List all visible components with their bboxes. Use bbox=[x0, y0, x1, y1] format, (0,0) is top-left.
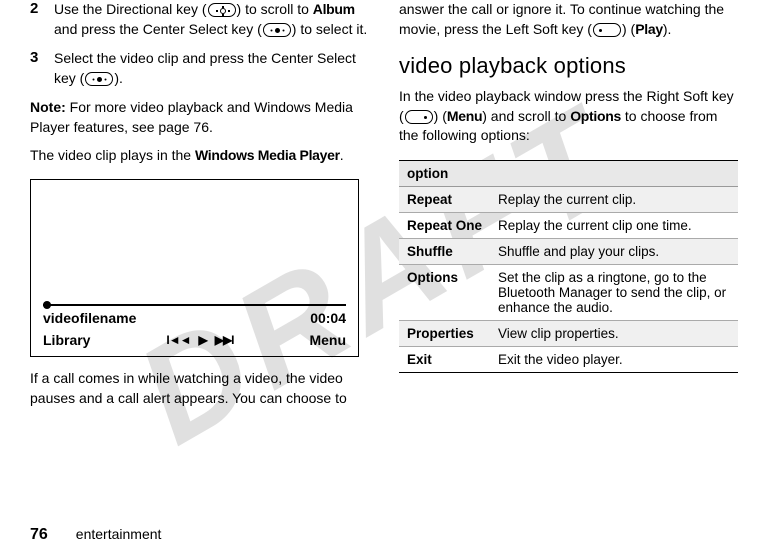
option-name: Repeat bbox=[399, 186, 490, 212]
continuation-paragraph: answer the call or ignore it. To continu… bbox=[399, 0, 738, 39]
footer-section: entertainment bbox=[76, 526, 162, 542]
player-controls-row: Library I◄◄ ▶ ▶▶I Menu bbox=[43, 332, 346, 348]
table-row: Repeat Replay the current clip. bbox=[399, 186, 738, 212]
play-icon: ▶ bbox=[198, 333, 206, 347]
page-footer: 76 entertainment bbox=[30, 526, 161, 544]
tail-paragraph: If a call comes in while watching a vide… bbox=[30, 369, 369, 408]
player-info-row: videofilename 00:04 bbox=[43, 310, 346, 326]
note-paragraph: Note: For more video playback and Window… bbox=[30, 98, 369, 137]
center-select-key-icon bbox=[85, 72, 113, 86]
page-number: 76 bbox=[30, 526, 48, 544]
player-time: 00:04 bbox=[310, 310, 346, 326]
player-softkey-right: Menu bbox=[309, 332, 346, 348]
table-row: Repeat One Replay the current clip one t… bbox=[399, 212, 738, 238]
play-label: Play bbox=[635, 21, 663, 37]
text-fragment: . bbox=[340, 147, 344, 163]
player-screen-area bbox=[43, 190, 346, 300]
text-fragment: ). bbox=[663, 21, 672, 37]
option-desc: Exit the video player. bbox=[490, 346, 738, 372]
text-fragment: ) and scroll to bbox=[482, 108, 570, 124]
option-name: Repeat One bbox=[399, 212, 490, 238]
step-number: 2 bbox=[30, 0, 42, 39]
text-fragment: Use the Directional key ( bbox=[54, 1, 207, 17]
text-fragment: ) ( bbox=[622, 21, 635, 37]
text-fragment: answer the call or ignore it. To continu… bbox=[399, 1, 724, 37]
option-name: Exit bbox=[399, 346, 490, 372]
table-row: Options Set the clip as a ringtone, go t… bbox=[399, 264, 738, 320]
text-fragment: The video clip plays in the bbox=[30, 147, 195, 163]
table-row: Properties View clip properties. bbox=[399, 320, 738, 346]
option-desc: Set the clip as a ringtone, go to the Bl… bbox=[490, 264, 738, 320]
menu-label: Menu bbox=[447, 108, 482, 124]
option-name: Shuffle bbox=[399, 238, 490, 264]
option-desc: Shuffle and play your clips. bbox=[490, 238, 738, 264]
note-label: Note: bbox=[30, 99, 66, 115]
table-header: option bbox=[399, 160, 738, 186]
text-fragment: and press the Center Select key ( bbox=[54, 21, 262, 37]
option-desc: View clip properties. bbox=[490, 320, 738, 346]
text-fragment: ) to scroll to bbox=[237, 1, 313, 17]
next-icon: ▶▶I bbox=[215, 333, 234, 347]
wmp-label: Windows Media Player bbox=[195, 147, 340, 163]
directional-key-icon bbox=[208, 3, 236, 17]
text-fragment: ). bbox=[114, 70, 123, 86]
video-player-mock: videofilename 00:04 Library I◄◄ ▶ ▶▶I Me… bbox=[30, 179, 359, 357]
player-progress-bar bbox=[43, 304, 346, 306]
table-row: Exit Exit the video player. bbox=[399, 346, 738, 372]
note-body: For more video playback and Windows Medi… bbox=[30, 99, 353, 135]
left-column: 2 Use the Directional key ( ) to scroll t… bbox=[30, 0, 369, 500]
options-table: option Repeat Replay the current clip. R… bbox=[399, 160, 738, 373]
text-fragment: ) to select it. bbox=[292, 21, 367, 37]
option-desc: Replay the current clip. bbox=[490, 186, 738, 212]
step-text: Select the video clip and press the Cent… bbox=[54, 49, 369, 88]
album-label: Album bbox=[313, 1, 355, 17]
step-3: 3 Select the video clip and press the Ce… bbox=[30, 49, 369, 88]
page-content: 2 Use the Directional key ( ) to scroll t… bbox=[0, 0, 758, 500]
left-soft-key-icon bbox=[593, 23, 621, 37]
text-fragment: ) ( bbox=[434, 108, 447, 124]
table-row: Shuffle Shuffle and play your clips. bbox=[399, 238, 738, 264]
option-name: Options bbox=[399, 264, 490, 320]
options-label: Options bbox=[570, 108, 621, 124]
player-transport-controls: I◄◄ ▶ ▶▶I bbox=[166, 333, 233, 347]
right-soft-key-icon bbox=[405, 110, 433, 124]
option-name: Properties bbox=[399, 320, 490, 346]
intro-paragraph: In the video playback window press the R… bbox=[399, 87, 738, 146]
prev-icon: I◄◄ bbox=[166, 333, 190, 347]
player-filename: videofilename bbox=[43, 310, 136, 326]
player-softkey-left: Library bbox=[43, 332, 90, 348]
option-desc: Replay the current clip one time. bbox=[490, 212, 738, 238]
section-heading: video playback options bbox=[399, 53, 738, 79]
step-number: 3 bbox=[30, 49, 42, 88]
right-column: answer the call or ignore it. To continu… bbox=[399, 0, 738, 500]
center-select-key-icon bbox=[263, 23, 291, 37]
step-text: Use the Directional key () to scroll to … bbox=[54, 0, 369, 39]
step-2: 2 Use the Directional key ( ) to scroll t… bbox=[30, 0, 369, 39]
clip-plays-paragraph: The video clip plays in the Windows Medi… bbox=[30, 146, 369, 166]
